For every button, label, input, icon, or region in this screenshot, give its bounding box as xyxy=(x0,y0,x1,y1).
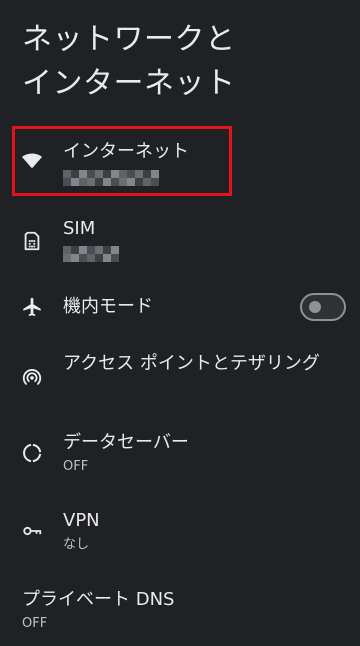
toggle-thumb xyxy=(309,301,321,313)
list-item-sim[interactable]: SIM xyxy=(0,208,360,272)
sim-label: SIM xyxy=(63,218,96,239)
airplane-mode-label: 機内モード xyxy=(63,296,153,317)
list-item-data-saver[interactable]: データセーバー OFF xyxy=(0,424,360,484)
highlight-annotation-box xyxy=(12,126,232,196)
vpn-key-icon xyxy=(21,520,43,542)
vpn-status: なし xyxy=(63,537,90,552)
airplane-icon xyxy=(21,296,43,318)
list-item-private-dns[interactable]: プライベート DNS OFF xyxy=(0,580,360,640)
page-title-line1: ネットワークと xyxy=(22,22,236,57)
private-dns-label: プライベート DNS xyxy=(22,589,175,610)
airplane-mode-toggle[interactable] xyxy=(300,293,346,321)
data-saver-status: OFF xyxy=(63,459,89,474)
sim-card-icon xyxy=(21,230,43,252)
list-item-hotspot-tethering[interactable]: アクセス ポイントとテザリング xyxy=(0,344,360,414)
hotspot-icon xyxy=(21,366,43,388)
list-item-airplane-mode[interactable]: 機内モード xyxy=(0,282,360,332)
page-title-line2: インターネット xyxy=(22,66,236,101)
page-title: ネットワークと インターネット xyxy=(22,18,342,106)
hotspot-label: アクセス ポイントとテザリング xyxy=(63,353,320,374)
sim-carrier-redacted xyxy=(63,246,123,262)
data-saver-label: データセーバー xyxy=(63,432,189,453)
data-saver-icon xyxy=(21,442,43,464)
vpn-label: VPN xyxy=(63,510,100,531)
private-dns-status: OFF xyxy=(22,616,48,631)
list-item-vpn[interactable]: VPN なし xyxy=(0,502,360,562)
